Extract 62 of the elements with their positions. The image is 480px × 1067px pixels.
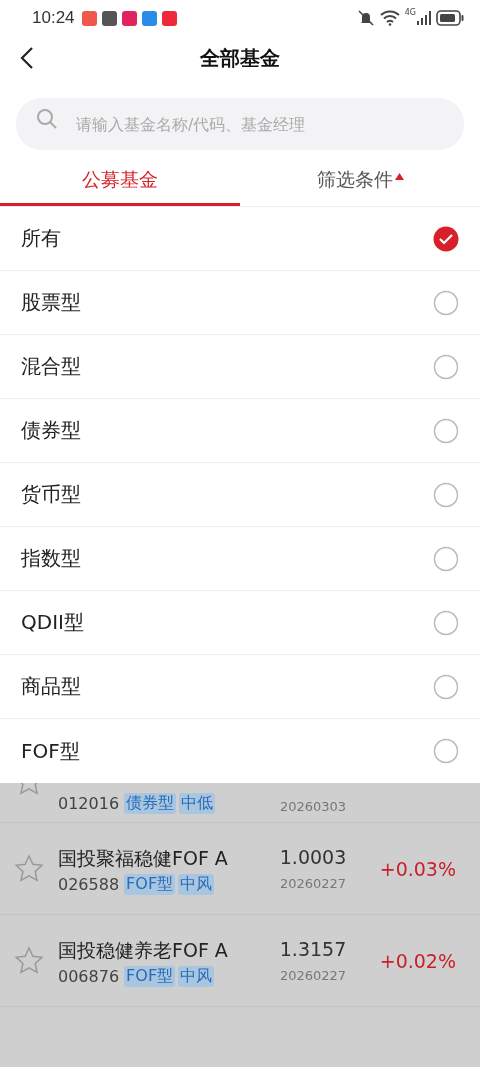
radio-circle-icon bbox=[433, 289, 459, 316]
nav-value: 1.0003 bbox=[279, 846, 347, 868]
option-label: FOF型 bbox=[21, 737, 80, 765]
notification-icon bbox=[141, 10, 157, 26]
mute-bell-icon bbox=[356, 9, 375, 27]
wifi-icon bbox=[379, 10, 400, 26]
option-row[interactable]: 所有 bbox=[0, 207, 480, 271]
fund-code: 012016 bbox=[58, 794, 120, 813]
change-percent: +0.02% bbox=[379, 949, 456, 972]
option-label: 指数型 bbox=[21, 545, 81, 572]
option-row[interactable]: 指数型 bbox=[0, 527, 480, 591]
nav-value: 1.3157 bbox=[279, 938, 347, 960]
option-label: QDII型 bbox=[21, 609, 84, 636]
fund-tag: FOF型 bbox=[124, 966, 176, 987]
option-row[interactable]: 股票型 bbox=[0, 271, 480, 335]
status-time: 10:24 bbox=[32, 8, 75, 28]
back-icon[interactable] bbox=[20, 46, 34, 70]
nav-date: 20260227 bbox=[279, 876, 347, 891]
option-label: 所有 bbox=[21, 225, 61, 252]
star-icon[interactable] bbox=[14, 945, 44, 976]
nav-date: 20260227 bbox=[279, 968, 347, 983]
radio-circle-icon bbox=[433, 481, 459, 508]
option-label: 货币型 bbox=[21, 481, 81, 508]
fund-tag: 中低 bbox=[179, 793, 216, 814]
change-percent: +0.03% bbox=[379, 857, 456, 880]
option-row[interactable]: QDII型 bbox=[0, 591, 480, 655]
fund-tag: 债券型 bbox=[124, 793, 177, 814]
notification-icon bbox=[101, 10, 117, 26]
notification-icon bbox=[81, 10, 97, 26]
signal-icon bbox=[417, 11, 431, 25]
fund-tag: 中风 bbox=[178, 874, 215, 895]
radio-circle-icon bbox=[433, 609, 459, 636]
radio-circle-icon bbox=[433, 738, 459, 764]
battery-icon bbox=[436, 10, 464, 26]
option-row[interactable]: FOF型 bbox=[0, 719, 480, 783]
triangle-icon bbox=[394, 173, 404, 180]
fund-code: 006876 bbox=[58, 967, 120, 986]
radio-circle-icon bbox=[433, 545, 459, 572]
fund-tag: 中风 bbox=[178, 966, 215, 987]
option-row[interactable]: 混合型 bbox=[0, 335, 480, 399]
network-label: 4G bbox=[404, 8, 416, 17]
notification-icon bbox=[161, 10, 177, 26]
option-label: 混合型 bbox=[21, 353, 81, 380]
star-icon[interactable] bbox=[14, 853, 44, 884]
option-label: 商品型 bbox=[21, 673, 81, 700]
radio-circle-icon bbox=[433, 353, 459, 380]
nav-date: 20260303 bbox=[279, 799, 347, 814]
check-circle-icon bbox=[433, 225, 459, 252]
fund-name[interactable]: 国投聚福稳健FOF A bbox=[58, 842, 238, 874]
option-label: 债券型 bbox=[21, 417, 81, 444]
fund-name[interactable]: 国投稳健养老FOF A bbox=[58, 934, 238, 966]
radio-circle-icon bbox=[433, 673, 459, 700]
option-row[interactable]: 商品型 bbox=[0, 655, 480, 719]
radio-circle-icon bbox=[433, 417, 459, 444]
fund-code: 026588 bbox=[58, 875, 120, 894]
option-row[interactable]: 货币型 bbox=[0, 463, 480, 527]
page-title: 全部基金 bbox=[200, 44, 280, 72]
option-label: 股票型 bbox=[21, 289, 81, 316]
notification-icon bbox=[121, 10, 137, 26]
option-row[interactable]: 债券型 bbox=[0, 399, 480, 463]
search-field[interactable]: 请输入基金名称/代码、基金经理 bbox=[0, 80, 480, 156]
fund-tag: FOF型 bbox=[124, 874, 176, 895]
